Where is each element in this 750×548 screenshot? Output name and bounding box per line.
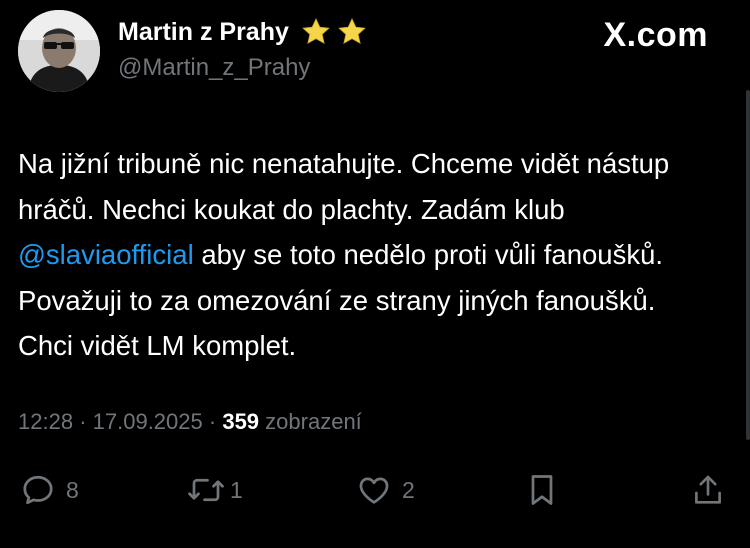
author-handle[interactable]: @Martin_z_Prahy	[118, 54, 310, 82]
meta-separator: ·	[208, 409, 217, 434]
badge-stars	[299, 16, 369, 48]
like-count: 2	[402, 476, 415, 503]
author-display-name[interactable]: Martin z Prahy	[118, 18, 289, 47]
tweet-time[interactable]: 12:28	[18, 409, 73, 434]
repost-count: 1	[230, 476, 243, 503]
action-bar: 8 1 2	[0, 470, 750, 510]
reply-button[interactable]: 8	[20, 470, 79, 510]
reply-icon	[23, 475, 53, 505]
tweet-meta: 12:28 · 17.09.2025 · 359 zobrazení	[18, 409, 362, 435]
share-button[interactable]	[692, 470, 724, 510]
views-label: zobrazení	[265, 409, 362, 434]
bookmark-button[interactable]	[526, 470, 558, 510]
bookmark-icon	[531, 475, 553, 505]
reply-count: 8	[66, 476, 79, 503]
meta-separator: ·	[79, 409, 87, 434]
repost-button[interactable]: 1	[186, 470, 243, 510]
brand-label: X.com	[603, 16, 708, 54]
star-icon	[338, 17, 366, 44]
scrollbar[interactable]	[746, 90, 750, 440]
tweet-date[interactable]: 17.09.2025	[93, 409, 203, 434]
mention-link[interactable]: @slaviaofficial	[18, 239, 194, 270]
repost-icon	[188, 478, 224, 502]
tweet-text-part-1: Na jižní tribuně nic nenatahujte. Chceme…	[18, 148, 670, 225]
avatar[interactable]	[18, 10, 100, 92]
author-name-row[interactable]: Martin z Prahy	[118, 16, 369, 48]
tweet-text: Na jižní tribuně nic nenatahujte. Chceme…	[18, 141, 718, 369]
like-button[interactable]: 2	[356, 470, 415, 510]
avatar-photo	[18, 10, 100, 92]
heart-icon	[359, 477, 389, 504]
views-count: 359	[222, 409, 260, 434]
share-icon	[695, 475, 721, 504]
star-icon	[302, 17, 330, 44]
